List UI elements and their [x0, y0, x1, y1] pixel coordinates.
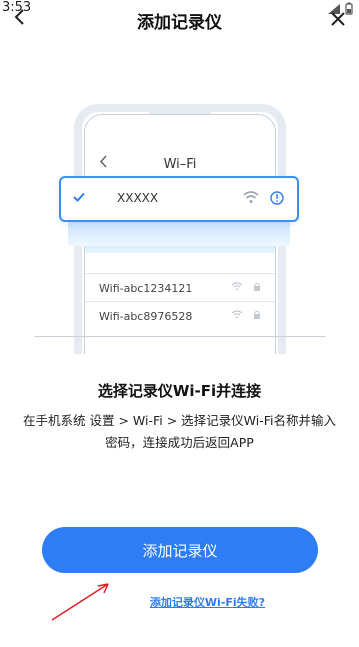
network-icons	[231, 310, 261, 319]
network-list-item: Wifi-abc1234121	[85, 276, 275, 300]
wifi-icon	[243, 191, 259, 203]
wifi-icon	[231, 282, 243, 291]
network-list-item: Wifi-abc8976528	[85, 304, 275, 328]
network-name: Wifi-abc1234121	[99, 281, 193, 295]
add-recorder-button[interactable]: 添加记录仪	[42, 527, 318, 573]
wifi-fail-link[interactable]: 添加记录仪Wi-Fi失败?	[0, 594, 359, 610]
instruction-description: 在手机系统 设置 > Wi-Fi > 选择记录仪Wi-Fi名称并输入密码，连接成…	[23, 413, 336, 450]
divider	[85, 301, 275, 302]
info-icon	[270, 191, 284, 205]
network-name: Wifi-abc8976528	[99, 309, 193, 323]
wifi-icon	[231, 310, 243, 319]
phone-screen-title: Wi–Fi	[163, 157, 197, 172]
network-icons	[231, 282, 261, 291]
checkmark-icon	[73, 192, 85, 202]
selected-wifi-card: XXXXX	[59, 176, 299, 222]
divider	[85, 273, 275, 274]
instruction-heading: 选择记录仪Wi-Fi并连接	[97, 382, 262, 400]
wifi-fail-link-label[interactable]: 添加记录仪Wi-Fi失败?	[150, 596, 265, 609]
card-shadow-fade	[68, 222, 290, 246]
lock-icon	[254, 282, 260, 291]
baseline-divider	[34, 336, 326, 337]
selected-network-name: XXXXX	[117, 191, 159, 205]
lock-icon	[254, 310, 260, 319]
wifi-setup-illustration: Wi–Fi Wifi-abc1234121 Wifi-abc8976528 XX…	[0, 0, 359, 360]
